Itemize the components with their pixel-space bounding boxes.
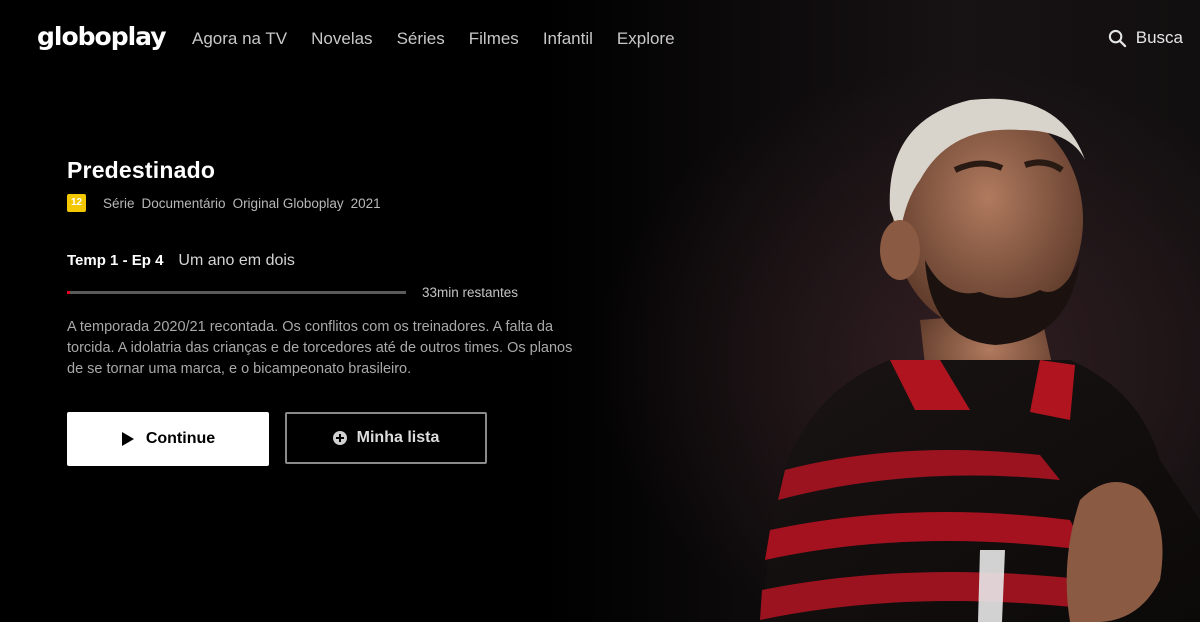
- time-remaining: 33min restantes: [422, 285, 519, 300]
- hero-artwork: [760, 98, 1200, 622]
- meta-label: Original Globoplay: [232, 195, 344, 211]
- nav-agora-na-tv[interactable]: Agora na TV: [192, 29, 287, 49]
- show-meta: 12 Série Documentário Original Globoplay…: [67, 194, 587, 212]
- watch-progress: 33min restantes: [67, 285, 587, 300]
- nav-infantil[interactable]: Infantil: [543, 29, 593, 49]
- main-nav: Agora na TV Novelas Séries Filmes Infant…: [192, 29, 675, 49]
- progress-fill: [67, 291, 71, 294]
- globoplay-logo[interactable]: globoplay: [37, 22, 167, 51]
- show-title: Predestinado: [67, 157, 216, 183]
- search-button[interactable]: Busca: [1108, 28, 1183, 48]
- continue-button[interactable]: Continue: [67, 412, 269, 466]
- action-buttons: Continue Minha lista: [67, 412, 587, 466]
- nav-novelas[interactable]: Novelas: [311, 29, 372, 49]
- my-list-button[interactable]: Minha lista: [285, 412, 487, 464]
- meta-genre: Documentário: [141, 195, 226, 211]
- meta-tags: Série Documentário Original Globoplay 20…: [103, 196, 381, 211]
- episode-title: Um ano em dois: [178, 252, 295, 269]
- nav-series[interactable]: Séries: [397, 29, 445, 49]
- title-details: Predestinado 12 Série Documentário Origi…: [67, 157, 587, 466]
- nav-explore[interactable]: Explore: [617, 29, 675, 49]
- meta-type: Série: [103, 195, 135, 211]
- episode-info: Temp 1 - Ep 4 Um ano em dois: [67, 252, 587, 270]
- play-icon: [121, 432, 134, 446]
- top-navigation: globoplay Agora na TV Novelas Séries Fil…: [0, 0, 1200, 78]
- search-icon: [1108, 29, 1126, 47]
- my-list-label: Minha lista: [356, 429, 440, 446]
- meta-year: 2021: [350, 195, 381, 211]
- nav-filmes[interactable]: Filmes: [469, 29, 519, 49]
- continue-label: Continue: [145, 430, 216, 447]
- episode-description: A temporada 2020/21 recontada. Os confli…: [67, 319, 573, 377]
- search-label: Busca: [1135, 28, 1183, 47]
- progress-bar: [67, 291, 406, 294]
- plus-circle-icon: [332, 431, 347, 445]
- age-rating-badge: 12: [67, 194, 86, 212]
- episode-number: Temp 1 - Ep 4: [67, 252, 164, 269]
